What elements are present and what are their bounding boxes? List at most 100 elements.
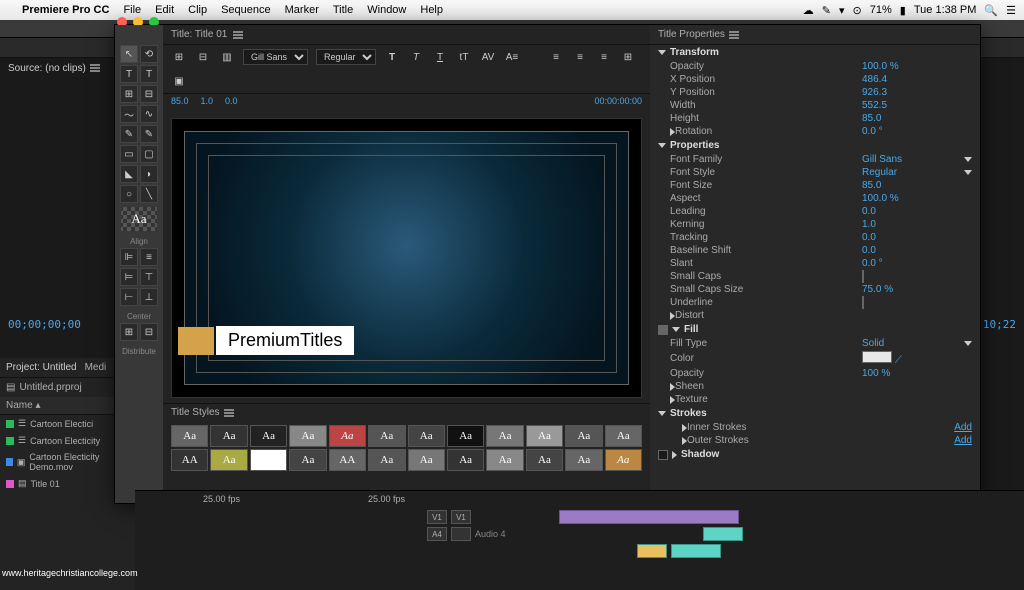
search-icon[interactable]: 🔍 [984,4,998,17]
prop-value[interactable]: 85.0 [862,180,972,191]
cloud-icon[interactable]: ☁ [803,4,814,17]
evernote-icon[interactable]: ✎ [822,4,831,17]
app-name[interactable]: Premiere Pro CC [22,4,109,16]
style-swatch[interactable]: Aa [210,449,247,471]
panel-menu-icon[interactable] [729,31,739,39]
background-timecode[interactable]: 00:00:00:00 [594,96,642,106]
font-style-select[interactable]: Regular [316,49,376,65]
shadow-section[interactable]: Shadow [650,447,980,462]
arc-tool[interactable]: ◗ [140,165,158,183]
style-swatch[interactable]: Aa [447,425,484,447]
align-bottom[interactable]: ⊥ [140,288,158,306]
style-swatch[interactable]: Aa [289,449,326,471]
shadow-checkbox[interactable] [658,450,668,460]
menu-help[interactable]: Help [420,4,443,16]
selection-tool[interactable]: ↖ [120,45,138,63]
menu-clip[interactable]: Clip [188,4,207,16]
prop-value[interactable]: 0.0 [862,232,972,243]
track-toggle-v1[interactable]: V1 [427,510,447,524]
eyedropper-icon[interactable]: ⟋ [892,355,902,366]
panel-menu-icon[interactable] [90,64,100,72]
wifi-icon[interactable]: ⊙ [853,4,862,17]
kerning-icon[interactable]: AV [480,49,496,65]
title-canvas[interactable]: PremiumTitles [171,118,642,398]
vertical-path-type-tool[interactable]: ∿ [140,105,158,123]
font-family-select[interactable]: Gill Sans [243,49,308,65]
style-swatch[interactable]: Aa [486,425,523,447]
accent-shape[interactable] [178,327,214,355]
video-track-1[interactable]: V1 V1 [143,509,1016,525]
style-swatch[interactable]: Aa [289,425,326,447]
size-icon[interactable]: tT [456,49,472,65]
prop-value[interactable]: 100 % [862,368,972,379]
panel-menu-icon[interactable] [224,409,234,417]
tab-stops-icon[interactable]: ⊞ [620,49,636,65]
prop-value[interactable]: Solid [862,338,972,349]
size-value[interactable]: 85.0 [171,96,189,106]
align-middle[interactable]: ⊢ [120,288,138,306]
project-tab[interactable]: Project: Untitled [6,362,77,373]
media-tab[interactable]: Medi [85,362,107,373]
properties-section[interactable]: Properties [650,138,980,153]
prop-value[interactable]: 100.0 % [862,61,972,72]
style-swatch[interactable]: Aa [565,425,602,447]
track-target-a4[interactable] [451,527,471,541]
audio-clip-3[interactable] [671,544,721,558]
style-swatch[interactable]: Aa [368,449,405,471]
menu-title[interactable]: Title [333,4,353,16]
prop-value[interactable]: 926.3 [862,87,972,98]
line-tool[interactable]: ╲ [140,185,158,203]
prop-value[interactable]: 75.0 % [862,284,972,295]
align-right-icon[interactable]: ≡ [596,49,612,65]
rotate-tool[interactable]: ⟲ [140,45,158,63]
prop-value[interactable]: Regular [862,167,972,178]
add-outer-stroke[interactable]: Add [954,435,972,446]
prop-value[interactable]: 85.0 [862,113,972,124]
align-left-icon[interactable]: ≡ [548,49,564,65]
audio-clip[interactable] [703,527,743,541]
fill-section[interactable]: Fill [650,322,980,337]
italic-icon[interactable]: T [408,49,424,65]
leading-icon[interactable]: A≡ [504,49,520,65]
add-anchor-tool[interactable]: ✎ [140,125,158,143]
strokes-section[interactable]: Strokes [650,406,980,421]
templates-icon[interactable]: ▥ [219,49,235,65]
menu-icon[interactable]: ☰ [1006,4,1016,17]
vertical-type-tool[interactable]: T [140,65,158,83]
style-swatch[interactable]: Aa [605,425,642,447]
pen-tool[interactable]: ✎ [120,125,138,143]
style-swatch[interactable]: Aa [605,449,642,471]
title-text-object[interactable]: PremiumTitles [216,326,354,355]
align-center-icon[interactable]: ≡ [572,49,588,65]
prop-value[interactable]: 0.0 [862,206,972,217]
menu-window[interactable]: Window [367,4,406,16]
panel-menu-icon[interactable] [233,31,243,39]
align-right[interactable]: ⊨ [120,268,138,286]
style-swatch[interactable]: Aa [447,449,484,471]
prop-value[interactable]: 1.0 [862,219,972,230]
in-timecode[interactable]: 00;00;00;00 [8,318,81,331]
add-inner-stroke[interactable]: Add [954,422,972,433]
rectangle-tool[interactable]: ▭ [120,145,138,163]
prop-value[interactable]: 100.0 % [862,193,972,204]
prop-value[interactable]: 552.5 [862,100,972,111]
menu-sequence[interactable]: Sequence [221,4,271,16]
fill-checkbox[interactable] [658,325,668,335]
style-swatch[interactable]: Aa [526,449,563,471]
show-video-icon[interactable]: ▣ [171,73,187,89]
style-swatch[interactable]: Aa [210,425,247,447]
prop-value[interactable]: Gill Sans [862,154,972,165]
audio-track-5[interactable] [143,543,1016,559]
clock[interactable]: Tue 1:38 PM [914,4,977,16]
dropdown-icon[interactable]: ▾ [839,4,845,17]
audio-clip-2[interactable] [637,544,667,558]
style-swatch[interactable]: Aa [486,449,523,471]
prop-value[interactable]: 0.0 ° [862,258,972,269]
new-title-icon[interactable]: ⊞ [171,49,187,65]
timeline-clip[interactable] [559,510,739,524]
prop-value[interactable]: 486.4 [862,74,972,85]
style-swatch[interactable]: Aa [408,425,445,447]
wedge-tool[interactable]: ◣ [120,165,138,183]
align-top[interactable]: ⊤ [140,268,158,286]
area-type-tool[interactable]: ⊞ [120,85,138,103]
